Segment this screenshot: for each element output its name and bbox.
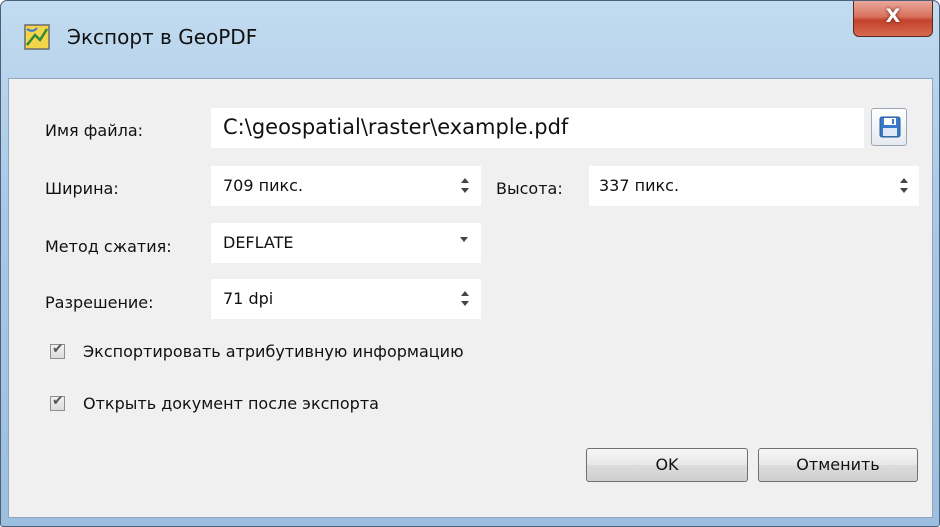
- filename-label: Имя файла:: [45, 121, 144, 140]
- floppy-disk-icon: [879, 116, 901, 142]
- save-file-button[interactable]: [871, 108, 907, 146]
- checkmark-icon: ✔: [52, 341, 64, 357]
- cancel-button[interactable]: Отменить: [758, 448, 918, 482]
- width-value: 709 пикс.: [223, 176, 304, 195]
- width-spin-arrows-icon[interactable]: [460, 174, 470, 198]
- compression-select[interactable]: DEFLATE: [211, 223, 481, 263]
- compression-label: Метод сжатия:: [45, 237, 172, 256]
- geopdf-map-icon: [24, 24, 50, 50]
- open-after-export-checkbox[interactable]: ✔: [50, 393, 65, 411]
- chevron-down-icon[interactable]: [460, 237, 468, 242]
- close-icon: X: [885, 5, 901, 27]
- open-after-export-label[interactable]: Открыть документ после экспорта: [83, 394, 379, 414]
- window-title: Экспорт в GeoPDF: [67, 25, 258, 49]
- resolution-spin-arrows-icon[interactable]: [460, 287, 470, 311]
- height-spin-arrows-icon[interactable]: [899, 174, 909, 198]
- width-spinbox[interactable]: 709 пикс.: [211, 166, 481, 206]
- filename-input[interactable]: C:\geospatial\raster\example.pdf: [211, 108, 864, 148]
- resolution-label: Разрешение:: [45, 293, 154, 312]
- height-spinbox[interactable]: 337 пикс.: [589, 166, 919, 206]
- checkmark-icon: ✔: [52, 393, 64, 409]
- compression-value: DEFLATE: [223, 233, 294, 252]
- export-attributes-label[interactable]: Экспортировать атрибутивную информацию: [83, 342, 464, 362]
- height-label: Высота:: [496, 179, 563, 198]
- filename-value: C:\geospatial\raster\example.pdf: [223, 115, 569, 139]
- export-attributes-checkbox[interactable]: ✔: [50, 341, 65, 359]
- height-value: 337 пикс.: [599, 176, 680, 195]
- export-geopdf-dialog: Экспорт в GeoPDF X Имя файла: C:\geospat…: [0, 0, 940, 527]
- resolution-value: 71 dpi: [223, 289, 274, 308]
- width-label: Ширина:: [45, 179, 119, 198]
- title-bar[interactable]: Экспорт в GeoPDF X: [1, 1, 939, 79]
- resolution-spinbox[interactable]: 71 dpi: [211, 279, 481, 319]
- close-button[interactable]: X: [853, 1, 933, 37]
- ok-button[interactable]: OK: [586, 448, 748, 482]
